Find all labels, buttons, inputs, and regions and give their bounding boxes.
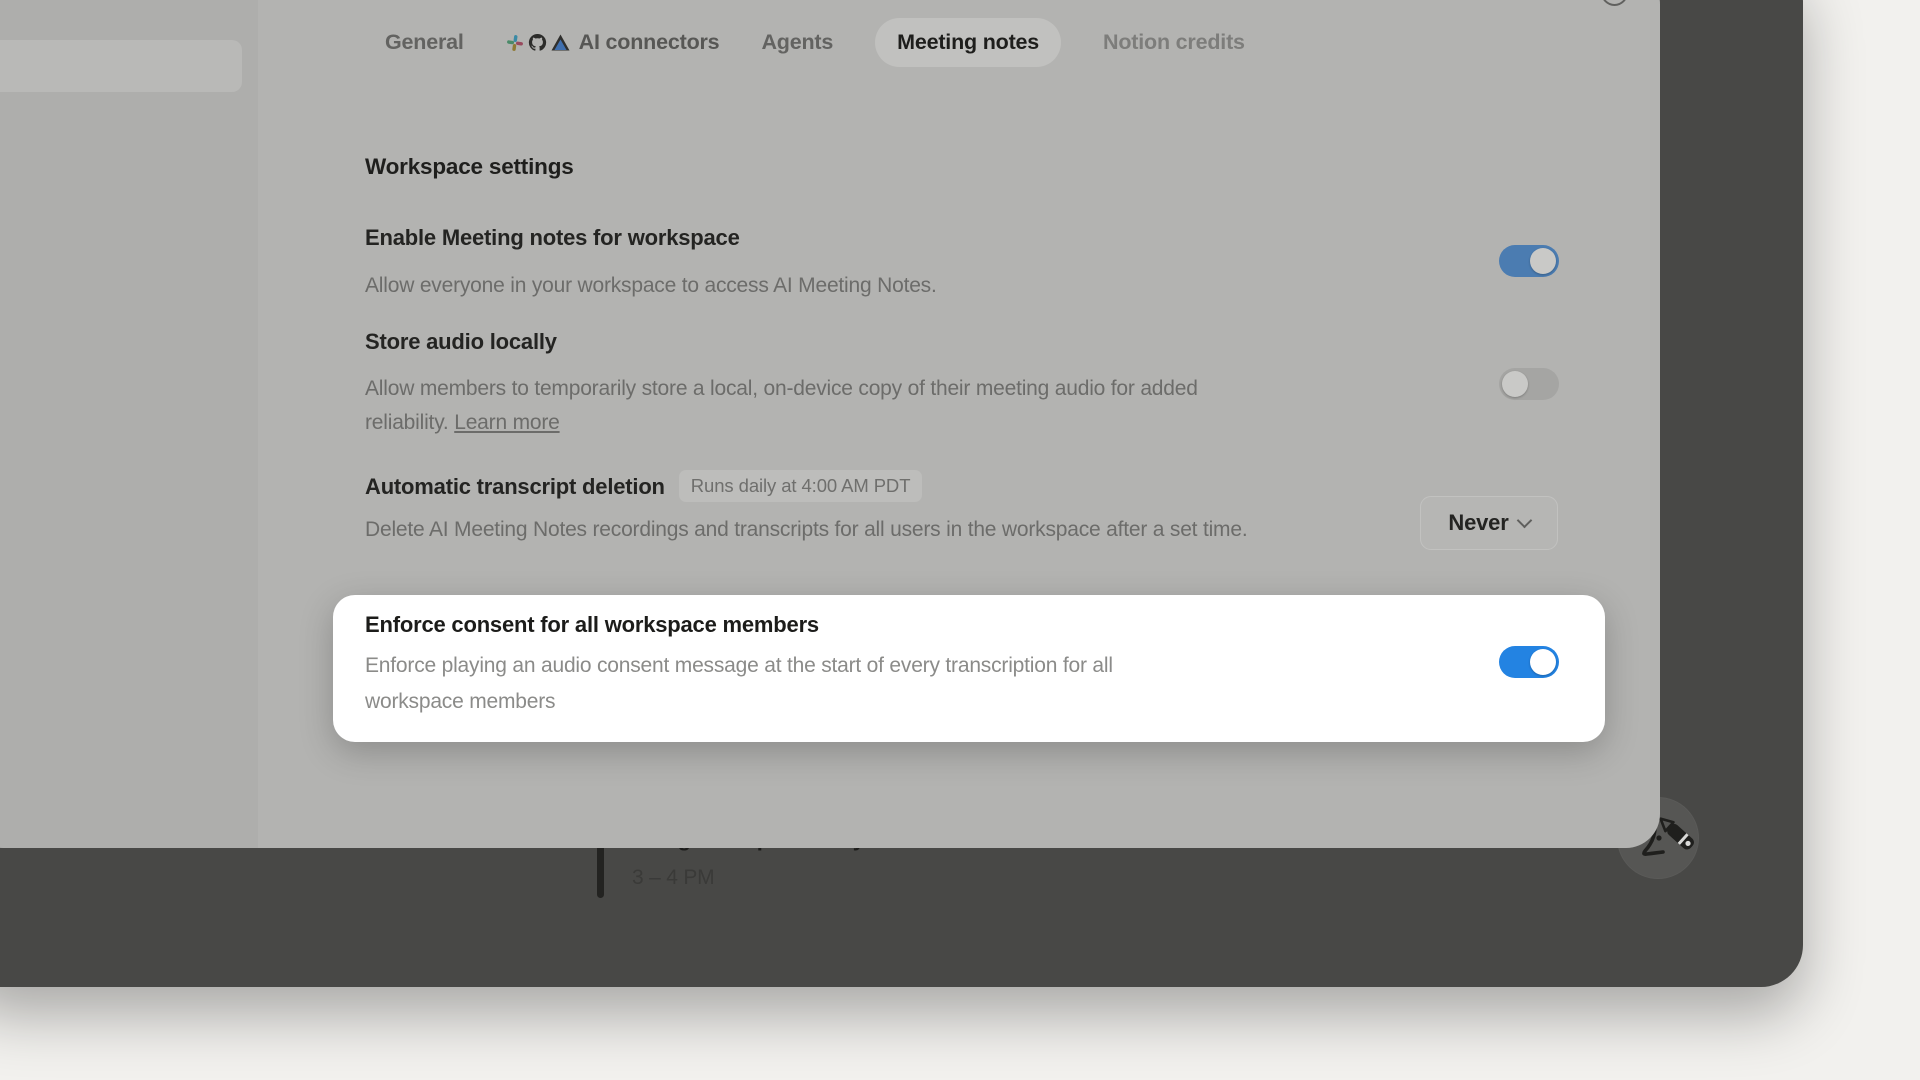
toggle-knob bbox=[1502, 371, 1528, 397]
setting-header-transcript-deletion: Automatic transcript deletion Runs daily … bbox=[365, 470, 922, 502]
github-icon bbox=[528, 33, 547, 52]
drive-icon bbox=[551, 34, 570, 51]
setting-desc-store-audio: Allow members to temporarily store a loc… bbox=[365, 372, 1265, 440]
setting-title-transcript-deletion: Automatic transcript deletion bbox=[365, 474, 665, 499]
deletion-schedule-dropdown[interactable]: Never bbox=[1420, 496, 1558, 550]
schedule-badge: Runs daily at 4:00 AM PDT bbox=[679, 470, 923, 502]
setting-desc-enable-meeting-notes: Allow everyone in your workspace to acce… bbox=[365, 269, 937, 303]
setting-title-enable-meeting-notes: Enable Meeting notes for workspace bbox=[365, 225, 740, 251]
setting-title-store-audio: Store audio locally bbox=[365, 329, 557, 355]
toggle-enforce-consent[interactable] bbox=[1499, 646, 1559, 678]
setting-desc-enforce-consent: Enforce playing an audio consent message… bbox=[365, 648, 1125, 720]
settings-sidebar bbox=[0, 0, 258, 848]
screen: Design critique weekly 3 – 4 PM bbox=[0, 0, 1920, 1080]
setting-desc-transcript-deletion: Delete AI Meeting Notes recordings and t… bbox=[365, 513, 1247, 547]
toggle-knob bbox=[1530, 248, 1556, 274]
slack-icon bbox=[506, 34, 524, 52]
sidebar-selected-item[interactable] bbox=[0, 40, 242, 92]
toggle-knob bbox=[1530, 649, 1556, 675]
tab-general[interactable]: General bbox=[385, 18, 464, 67]
chevron-down-icon bbox=[1516, 512, 1532, 528]
tab-meeting-notes[interactable]: Meeting notes bbox=[875, 18, 1061, 67]
dropdown-value: Never bbox=[1448, 510, 1508, 536]
connector-icons bbox=[506, 33, 570, 52]
learn-more-link[interactable]: Learn more bbox=[454, 411, 559, 434]
tab-notion-credits[interactable]: Notion credits bbox=[1103, 18, 1245, 67]
tab-ai-connectors-label: AI connectors bbox=[579, 30, 720, 55]
toggle-store-audio[interactable] bbox=[1499, 368, 1559, 400]
settings-tab-bar: General AI connectors Agents Me bbox=[385, 18, 1245, 67]
spotlight-card-enforce-consent: Enforce consent for all workspace member… bbox=[333, 595, 1605, 742]
calendar-event-time: 3 – 4 PM bbox=[632, 866, 714, 890]
setting-title-enforce-consent: Enforce consent for all workspace member… bbox=[365, 612, 819, 638]
section-heading: Workspace settings bbox=[365, 154, 574, 180]
tab-ai-connectors[interactable]: AI connectors bbox=[506, 18, 720, 67]
tab-agents[interactable]: Agents bbox=[761, 18, 833, 67]
toggle-enable-meeting-notes[interactable] bbox=[1499, 245, 1559, 277]
